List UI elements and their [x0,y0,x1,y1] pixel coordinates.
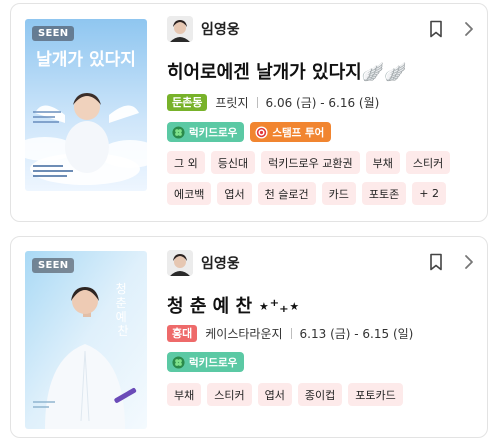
area-badge: 홍대 [167,325,198,342]
divider [290,328,292,339]
goods-chip: 종이컵 [297,383,343,406]
goods-chip: 등신대 [210,151,256,174]
goods-chip: 엽서 [217,182,252,205]
event-meta: 둔촌동 프릿지 6.06 (금) - 6.16 (월) [167,94,379,111]
goods-chip: 부채 [365,151,400,174]
goods-chip: 부채 [167,383,202,406]
artist-name: 임영웅 [201,256,240,272]
event-card[interactable]: 청 춘 예 찬 SEEN 임영웅 청 춘 예 찬 ⋆⁺₊⋆ 홍대 케이스타라운지 [10,236,488,438]
seen-badge: SEEN [32,258,75,273]
event-card[interactable]: 날개가 있다지 SEEN 임영웅 히어로에겐 날개가 있다지🪽🪽 둔촌동 프릿지… [10,3,488,222]
goods-chip: 에코백 [167,182,212,205]
event-poster[interactable]: 날개가 있다지 SEEN [25,19,147,191]
goods-list: 그 외 등신대 럭키드로우 교환권 부채 스티커 에코백 엽서 천 슬로건 카드… [167,151,467,213]
area-badge: 둔촌동 [167,94,208,111]
venue-name: 케이스타라운지 [205,327,283,341]
event-meta: 홍대 케이스타라운지 6.13 (금) - 6.15 (일) [167,325,413,342]
goods-chip: 천 슬로건 [257,182,316,205]
goods-chip: 스티커 [207,383,252,406]
chevron-right-icon[interactable] [463,253,475,271]
goods-chip: 스티커 [405,151,451,174]
goods-list: 부채 스티커 엽서 종이컵 포토카드 [167,383,467,414]
artist-row[interactable]: 임영웅 [167,16,240,42]
seen-badge: SEEN [32,26,75,41]
divider [256,97,258,108]
chevron-right-icon[interactable] [463,20,475,38]
goods-chip: 포토카드 [348,383,403,406]
poster-image: 날개가 있다지 [25,19,147,191]
avatar [167,16,193,42]
poster-title-text: 날개가 있다지 [36,50,136,70]
bookmark-icon[interactable] [429,253,443,271]
target-icon [255,125,268,139]
clover-icon [172,355,185,369]
event-tags: 럭키드로우 [167,352,250,372]
artist-row[interactable]: 임영웅 [167,250,240,276]
poster-image: 청 춘 예 찬 [25,251,147,429]
event-poster[interactable]: 청 춘 예 찬 SEEN [25,251,147,429]
avatar [167,250,193,276]
goods-chip: 그 외 [167,151,205,174]
event-tags: 럭키드로우 스탬프 투어 [167,122,337,142]
goods-chip: 카드 [321,182,356,205]
goods-chip: 포토존 [361,182,407,205]
tag-label: 스탬프 투어 [272,126,325,139]
event-dates: 6.13 (금) - 6.15 (일) [299,327,414,341]
venue-name: 프릿지 [215,96,249,110]
poster-title-text: 청 춘 예 찬 [116,282,131,338]
tag-stamp-tour[interactable]: 스탬프 투어 [250,122,332,142]
clover-icon [172,125,185,139]
tag-lucky-draw[interactable]: 럭키드로우 [167,352,245,372]
goods-chip: 럭키드로우 교환권 [261,151,360,174]
tag-label: 럭키드로우 [189,126,238,139]
artist-name: 임영웅 [201,22,240,38]
goods-chip: 엽서 [257,383,292,406]
event-dates: 6.06 (금) - 6.16 (월) [265,96,380,110]
event-title[interactable]: 히어로에겐 날개가 있다지🪽🪽 [167,58,407,84]
tag-label: 럭키드로우 [189,356,238,369]
bookmark-icon[interactable] [429,20,443,38]
event-title[interactable]: 청 춘 예 찬 ⋆⁺₊⋆ [167,292,300,318]
goods-more-chip[interactable]: + 2 [412,182,446,205]
tag-lucky-draw[interactable]: 럭키드로우 [167,122,245,142]
